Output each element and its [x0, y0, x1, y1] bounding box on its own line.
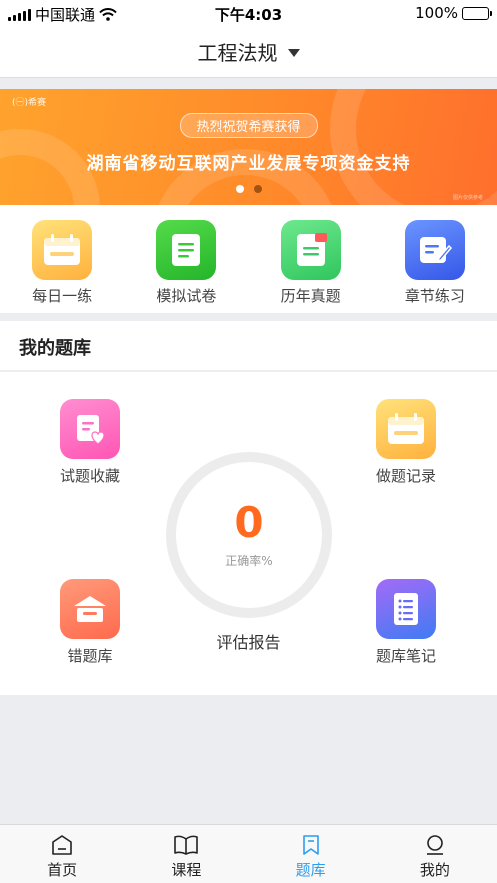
battery-percent: 100% [415, 4, 458, 22]
quick-action-past-exams[interactable]: 历年真题 [249, 205, 373, 313]
edit-note-icon [404, 220, 465, 280]
accuracy-value: 0 [234, 497, 264, 547]
quick-action-label: 历年真题 [280, 287, 341, 305]
section-title: 我的题库 [19, 338, 91, 359]
book-icon [174, 835, 199, 855]
battery-icon [462, 6, 492, 20]
banner-pill-text: 热烈祝贺希赛获得 [179, 113, 318, 138]
page-title: 工程法规 [197, 41, 278, 65]
favorite-questions-button[interactable]: 试题收藏 [40, 399, 140, 486]
tab-profile[interactable]: 我的 [373, 825, 497, 883]
banner-brand-logo: (㊀)希赛 [12, 98, 47, 108]
accuracy-ring: 0 正确率% [166, 452, 332, 618]
accuracy-label: 正确率% [225, 553, 273, 568]
tab-label: 题库 [295, 861, 326, 879]
chevron-down-icon [287, 48, 300, 57]
quick-action-mock-exam[interactable]: 模拟试卷 [124, 205, 248, 313]
tab-home[interactable]: 首页 [0, 825, 124, 883]
banner-dot[interactable] [235, 185, 244, 193]
home-icon [52, 835, 72, 855]
banner-fine-print: 图片仅供参考 [452, 195, 483, 201]
quick-action-label: 每日一练 [32, 287, 93, 305]
my-library-header: 我的题库 [0, 321, 497, 371]
calendar-record-icon [376, 399, 436, 459]
tile-label: 做题记录 [375, 467, 436, 485]
subject-selector[interactable]: 工程法规 [0, 26, 497, 78]
practice-record-button[interactable]: 做题记录 [356, 399, 456, 486]
notes-icon [376, 579, 436, 639]
banner-dot[interactable] [253, 185, 262, 193]
banner-pagination[interactable] [0, 185, 497, 193]
promo-banner[interactable]: (㊀)希赛 热烈祝贺希赛获得 湖南省移动互联网产业发展专项资金支持 图片仅供参考 [0, 89, 497, 205]
quick-actions: 每日一练 模拟试卷 历年真题 章节练习 [0, 205, 497, 313]
my-library-panel: 试题收藏 做题记录 0 正确率% 错题库 评估报告 题库笔记 [0, 372, 497, 695]
tile-label: 题库笔记 [375, 647, 436, 665]
tab-label: 课程 [171, 861, 202, 879]
tile-label: 试题收藏 [59, 467, 120, 485]
tab-courses[interactable]: 课程 [124, 825, 248, 883]
quick-action-label: 章节练习 [404, 287, 465, 305]
tab-question-bank[interactable]: 题库 [249, 825, 373, 883]
tab-label: 我的 [419, 861, 450, 879]
archive-document-icon [280, 220, 341, 280]
document-icon [156, 220, 217, 280]
question-notes-button[interactable]: 题库笔记 [356, 579, 456, 666]
profile-icon [426, 835, 443, 855]
quick-action-daily-practice[interactable]: 每日一练 [0, 205, 124, 313]
bottom-tab-bar: 首页 课程 题库 我的 [0, 824, 497, 883]
quick-action-chapter-practice[interactable]: 章节练习 [373, 205, 497, 313]
favorite-questions-icon [60, 399, 120, 459]
tab-label: 首页 [47, 861, 78, 879]
status-bar: 中国联通 下午4:03 100% [0, 0, 497, 26]
banner-headline: 湖南省移动互联网产业发展专项资金支持 [86, 154, 411, 174]
quick-action-label: 模拟试卷 [156, 287, 217, 305]
calendar-icon [32, 220, 93, 280]
bookmark-icon [302, 835, 319, 855]
